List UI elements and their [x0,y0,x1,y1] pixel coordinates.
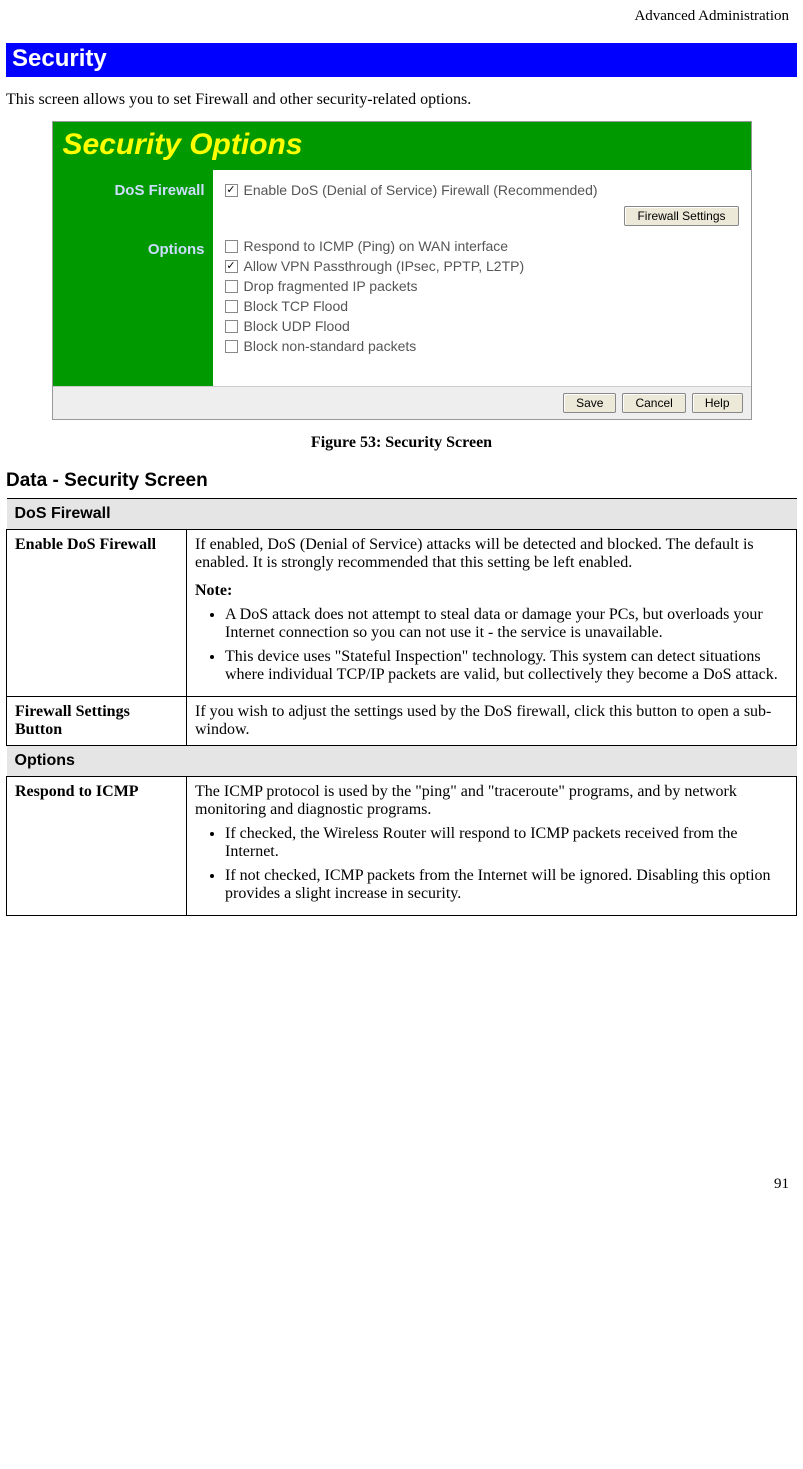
data-heading: Data - Security Screen [6,470,797,492]
figure-title: Security Options [53,122,751,170]
row-respond-icmp-label: Respond to ICMP [7,777,187,916]
intro-text: This screen allows you to set Firewall a… [6,91,797,109]
row-enable-dos-desc: If enabled, DoS (Denial of Service) atta… [187,530,797,697]
running-head: Advanced Administration [6,0,797,43]
figure-sidebar: DoS Firewall Options [53,170,213,386]
note-label: Note: [195,582,788,600]
row-fw-btn-desc: If you wish to adjust the settings used … [187,697,797,746]
checkbox-drop-fragmented-label: Drop fragmented IP packets [244,278,418,294]
dos-enable-row: ✓ Enable DoS (Denial of Service) Firewal… [225,180,739,200]
data-table: DoS Firewall Enable DoS Firewall If enab… [6,498,797,916]
page-number: 91 [6,916,797,1203]
save-button[interactable]: Save [563,393,616,413]
checkbox-block-tcp-flood[interactable] [225,300,238,313]
section-dos-firewall: DoS Firewall [7,499,797,530]
row-respond-icmp-desc: The ICMP protocol is used by the "ping" … [187,777,797,916]
option-row-2: Drop fragmented IP packets [225,276,739,296]
figure-main-panel: ✓ Enable DoS (Denial of Service) Firewal… [213,170,751,386]
checkbox-icmp-label: Respond to ICMP (Ping) on WAN interface [244,238,509,254]
respond-icmp-p1: The ICMP protocol is used by the "ping" … [195,783,737,818]
help-button[interactable]: Help [692,393,743,413]
checkbox-block-udp-flood-label: Block UDP Flood [244,318,350,334]
checkbox-vpn-passthrough[interactable]: ✓ [225,260,238,273]
checkbox-enable-dos[interactable]: ✓ [225,184,238,197]
sidebar-label-dos: DoS Firewall [57,182,205,199]
checkbox-icmp[interactable] [225,240,238,253]
option-row-5: Block non-standard packets [225,336,739,356]
enable-dos-bullet-1: A DoS attack does not attempt to steal d… [225,606,788,642]
section-options: Options [7,746,797,777]
section-banner-security: Security [6,43,797,77]
respond-icmp-bullet-2: If not checked, ICMP packets from the In… [225,867,788,903]
checkbox-block-udp-flood[interactable] [225,320,238,333]
checkbox-drop-fragmented[interactable] [225,280,238,293]
figure-security-options: Security Options DoS Firewall Options ✓ … [52,121,752,420]
checkbox-block-nonstandard-label: Block non-standard packets [244,338,417,354]
checkbox-block-nonstandard[interactable] [225,340,238,353]
section-options-label: Options [7,746,797,777]
firewall-settings-button[interactable]: Firewall Settings [624,206,738,226]
option-row-0: Respond to ICMP (Ping) on WAN interface [225,236,739,256]
option-row-3: Block TCP Flood [225,296,739,316]
row-enable-dos: Enable DoS Firewall If enabled, DoS (Den… [7,530,797,697]
enable-dos-p1: If enabled, DoS (Denial of Service) atta… [195,536,754,571]
respond-icmp-bullet-1: If checked, the Wireless Router will res… [225,825,788,861]
checkbox-vpn-passthrough-label: Allow VPN Passthrough (IPsec, PPTP, L2TP… [244,258,525,274]
row-enable-dos-label: Enable DoS Firewall [7,530,187,697]
figure-footer: Save Cancel Help [53,386,751,419]
checkbox-enable-dos-label: Enable DoS (Denial of Service) Firewall … [244,182,598,198]
option-row-1: ✓ Allow VPN Passthrough (IPsec, PPTP, L2… [225,256,739,276]
figure-caption: Figure 53: Security Screen [6,434,797,452]
row-firewall-settings-button: Firewall Settings Button If you wish to … [7,697,797,746]
enable-dos-bullet-2: This device uses "Stateful Inspection" t… [225,648,788,684]
checkbox-block-tcp-flood-label: Block TCP Flood [244,298,349,314]
cancel-button[interactable]: Cancel [622,393,685,413]
row-respond-icmp: Respond to ICMP The ICMP protocol is use… [7,777,797,916]
option-row-4: Block UDP Flood [225,316,739,336]
row-fw-btn-label: Firewall Settings Button [7,697,187,746]
section-dos-firewall-label: DoS Firewall [7,499,797,530]
sidebar-label-options: Options [57,241,205,258]
